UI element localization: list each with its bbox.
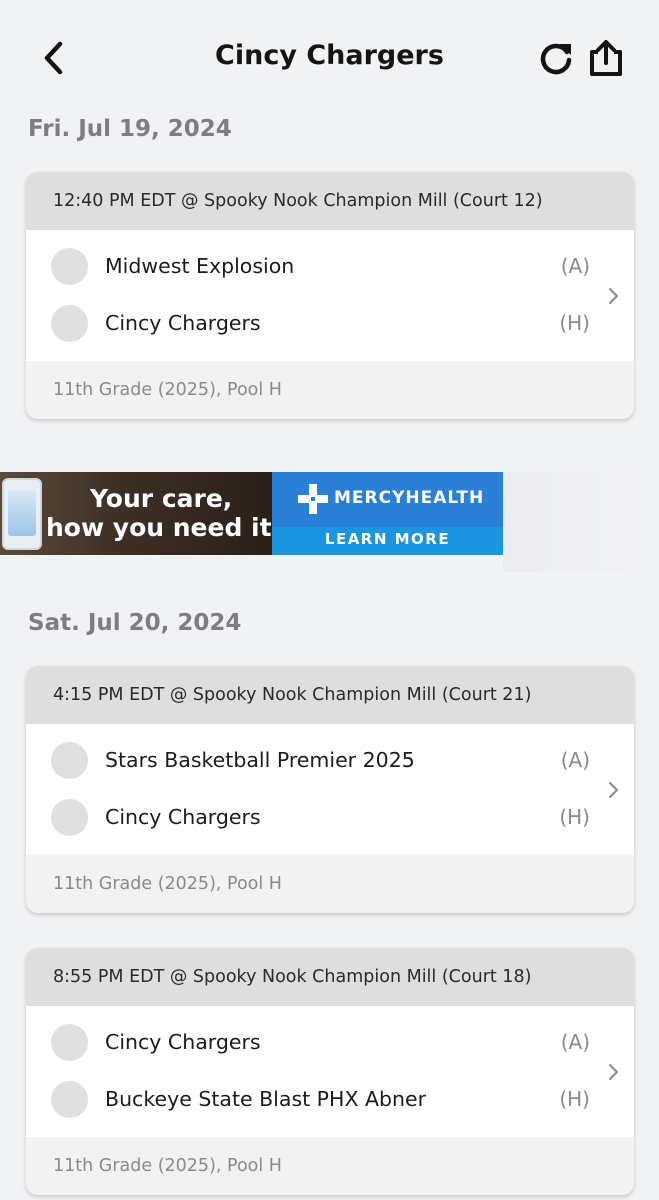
game-time-location: 12:40 PM EDT @ Spooky Nook Champion Mill… (26, 172, 634, 230)
ad-brand-panel: MERCYHEALTH LEARN MORE (272, 472, 503, 555)
team-row: Stars Basketball Premier 2025 (A) (26, 740, 634, 780)
ad-backdrop (503, 472, 659, 572)
team-side: (H) (559, 1087, 590, 1111)
team-avatar (51, 798, 88, 836)
refresh-button[interactable] (536, 38, 576, 78)
team-side: (A) (560, 1030, 590, 1054)
chevron-right-icon[interactable] (604, 778, 622, 802)
chevron-right-icon[interactable] (604, 284, 622, 308)
game-time-location: 8:55 PM EDT @ Spooky Nook Champion Mill … (26, 948, 634, 1006)
team-name: Cincy Chargers (105, 1030, 261, 1054)
team-avatar (51, 1023, 88, 1061)
team-side: (H) (559, 311, 590, 335)
game-teams: Midwest Explosion (A) Cincy Chargers (H) (26, 230, 634, 361)
team-name: Buckeye State Blast PHX Abner (105, 1087, 427, 1111)
team-avatar (51, 247, 88, 285)
ad-headline-line2: how you need it. (46, 513, 282, 542)
ad-headline-line1: Your care, (90, 484, 233, 513)
team-side: (A) (560, 748, 590, 772)
team-row: Cincy Chargers (H) (26, 797, 634, 837)
share-button[interactable] (584, 36, 628, 80)
date-heading: Sat. Jul 20, 2024 (28, 610, 242, 636)
team-row: Cincy Chargers (A) (26, 1022, 634, 1062)
app-header: Cincy Chargers (0, 0, 659, 110)
ad-banner[interactable]: Your care, how you need it. MERCYHEALTH … (0, 472, 503, 555)
team-name: Cincy Chargers (105, 805, 261, 829)
team-name: Cincy Chargers (105, 311, 261, 335)
refresh-icon (540, 43, 572, 75)
ad-headline: Your care, how you need it. (46, 484, 281, 542)
team-row: Cincy Chargers (H) (26, 303, 634, 343)
game-teams: Cincy Chargers (A) Buckeye State Blast P… (26, 1006, 634, 1137)
game-division: 11th Grade (2025), Pool H (26, 855, 634, 913)
game-card[interactable]: 4:15 PM EDT @ Spooky Nook Champion Mill … (26, 666, 634, 913)
team-row: Buckeye State Blast PHX Abner (H) (26, 1079, 634, 1119)
game-division: 11th Grade (2025), Pool H (26, 1137, 634, 1195)
team-side: (A) (560, 254, 590, 278)
ad-brand: MERCYHEALTH (334, 488, 485, 508)
game-teams: Stars Basketball Premier 2025 (A) Cincy … (26, 724, 634, 855)
share-icon (590, 40, 622, 76)
game-card[interactable]: 8:55 PM EDT @ Spooky Nook Champion Mill … (26, 948, 634, 1195)
game-division: 11th Grade (2025), Pool H (26, 361, 634, 419)
team-avatar (51, 741, 88, 779)
game-card[interactable]: 12:40 PM EDT @ Spooky Nook Champion Mill… (26, 172, 634, 419)
mercy-cross-icon (298, 484, 328, 514)
team-name: Midwest Explosion (105, 254, 295, 278)
team-name: Stars Basketball Premier 2025 (105, 748, 415, 772)
team-row: Midwest Explosion (A) (26, 246, 634, 286)
chevron-right-icon[interactable] (604, 1060, 622, 1084)
game-time-location: 4:15 PM EDT @ Spooky Nook Champion Mill … (26, 666, 634, 724)
phone-icon (2, 478, 42, 550)
date-heading: Fri. Jul 19, 2024 (28, 116, 232, 142)
ad-learn-more-button[interactable]: LEARN MORE (272, 530, 503, 548)
team-avatar (51, 304, 88, 342)
ad-image: Your care, how you need it. (0, 472, 281, 555)
team-side: (H) (559, 805, 590, 829)
team-avatar (51, 1080, 88, 1118)
